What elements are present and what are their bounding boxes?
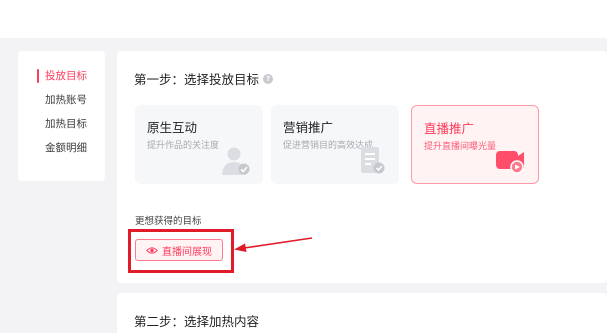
- goal-tag-label: 直播间展现: [162, 246, 212, 258]
- live-camera-icon: [496, 151, 524, 174]
- target-card-live-promotion[interactable]: 直播推广 提升直播间曝光量: [411, 105, 539, 184]
- eye-icon: [146, 246, 158, 254]
- user-icon: [222, 147, 250, 175]
- sidebar-nav: 投放目标 加热账号 加热目标 金额明细: [18, 51, 105, 181]
- step1-title-row: 第一步：选择投放目标 ?: [134, 69, 274, 88]
- card-title: 营销推广: [283, 120, 334, 135]
- card-subtitle: 提升直播间曝光量: [424, 142, 497, 152]
- sidebar-item-amount-details[interactable]: 金额明细: [18, 138, 105, 158]
- step2-title: 第二步：选择加热内容: [134, 314, 260, 329]
- card-title: 直播推广: [424, 121, 475, 136]
- sidebar-item-boost-account[interactable]: 加热账号: [18, 90, 105, 110]
- document-icon: [361, 147, 385, 174]
- sidebar-item-boost-goal[interactable]: 加热目标: [18, 114, 105, 134]
- step1-title: 第一步：选择投放目标: [134, 72, 260, 87]
- goal-tag-live-room-exposure[interactable]: 直播间展现: [135, 239, 223, 261]
- help-icon[interactable]: ?: [263, 73, 274, 84]
- sidebar-item-delivery-target[interactable]: 投放目标: [18, 66, 105, 86]
- card-subtitle: 提升作品的关注度: [147, 141, 220, 151]
- more-goals-label: 更想获得的目标: [135, 216, 202, 227]
- annotation-arrow: [234, 237, 313, 252]
- top-bar: [0, 0, 607, 38]
- target-card-native-interaction[interactable]: 原生互动 提升作品的关注度: [135, 105, 263, 184]
- step2-panel: 第二步：选择加热内容: [117, 293, 607, 333]
- target-card-marketing-promotion[interactable]: 营销推广 促进营销目的高效达成: [271, 105, 399, 184]
- step1-panel: 第一步：选择投放目标 ? 原生互动 提升作品的关注度 营销推广 促进营销目的高效…: [117, 51, 607, 283]
- card-title: 原生互动: [147, 120, 198, 135]
